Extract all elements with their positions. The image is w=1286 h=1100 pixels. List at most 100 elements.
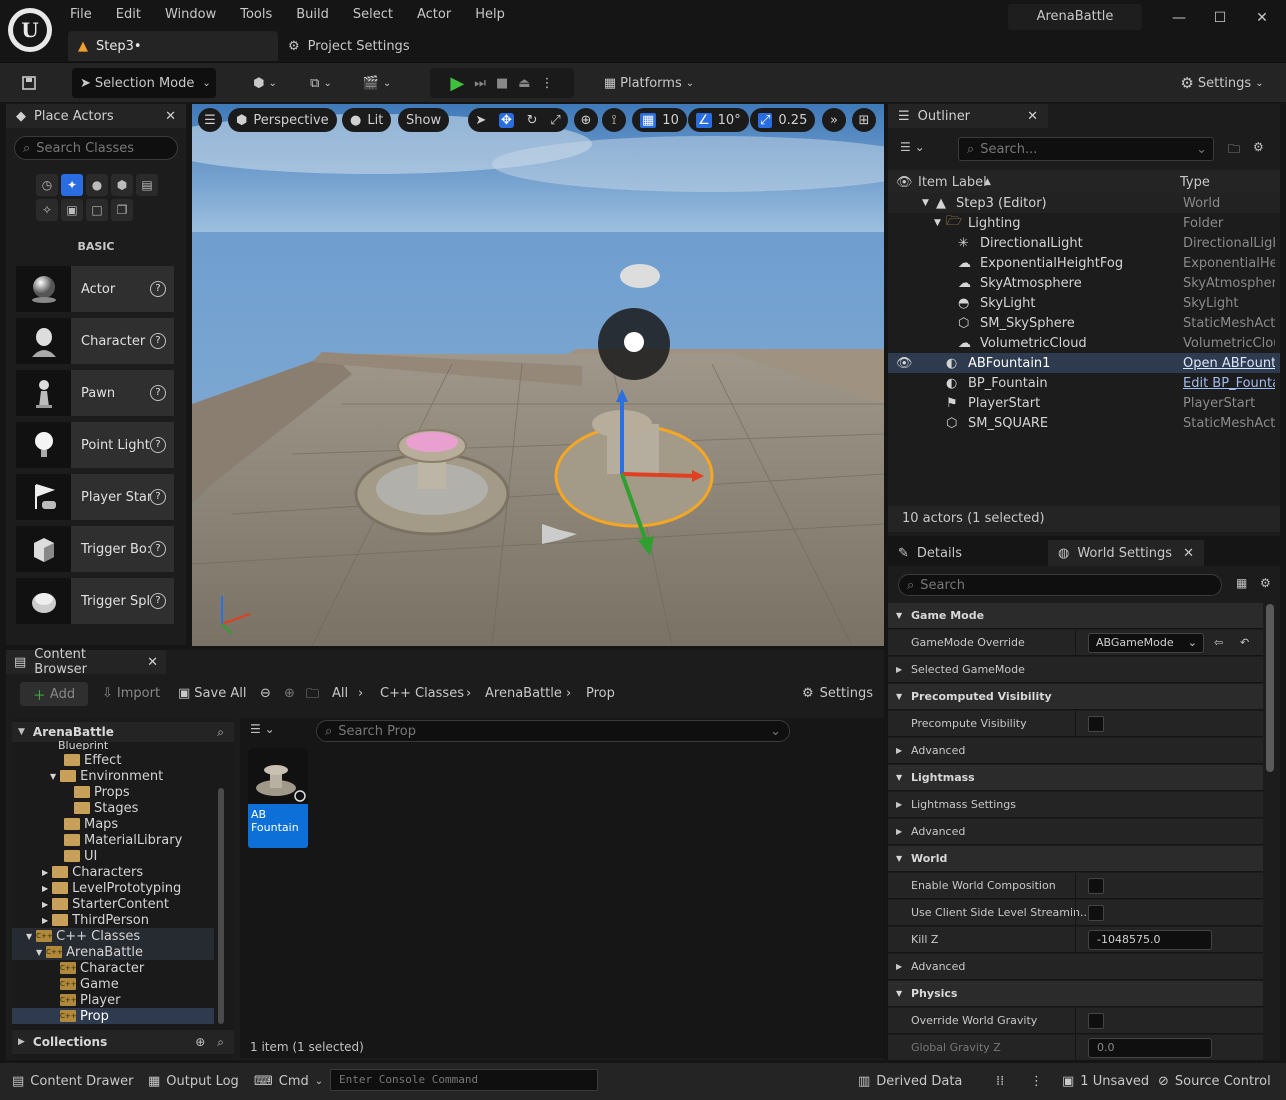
- edit-blueprint-link[interactable]: Edit BP_Fountain: [1183, 376, 1275, 391]
- outliner-row[interactable]: ▼ ▲ Step3 (Editor) World: [888, 193, 1280, 213]
- menu-file[interactable]: File: [58, 6, 104, 24]
- actor-item-actor[interactable]: Actor?: [16, 266, 174, 312]
- play-icon[interactable]: ▶: [450, 73, 464, 94]
- menu-tools[interactable]: Tools: [228, 6, 284, 24]
- outliner-row[interactable]: ☁ ExponentialHeightFog ExponentialHeigh: [888, 253, 1280, 273]
- gear-icon[interactable]: ⚙: [1260, 576, 1271, 590]
- menu-actor[interactable]: Actor: [405, 6, 463, 24]
- close-icon[interactable]: ✕: [147, 655, 158, 670]
- tree-item[interactable]: UI: [64, 848, 97, 864]
- override-gravity-checkbox[interactable]: [1088, 1013, 1104, 1029]
- menu-window[interactable]: Window: [153, 6, 228, 24]
- tree-item[interactable]: C++ Player: [60, 992, 120, 1008]
- breadcrumb-prop[interactable]: Prop: [586, 686, 615, 701]
- actor-item-trigger-box[interactable]: Trigger Bo:?: [16, 526, 174, 572]
- tree-item[interactable]: Maps: [64, 816, 118, 832]
- output-log-button[interactable]: ▦ Output Log: [148, 1069, 239, 1094]
- derived-data-button[interactable]: ▥ Derived Data: [858, 1069, 962, 1094]
- tab-world-settings[interactable]: ◍ World Settings ✕: [1048, 540, 1204, 566]
- place-actors-tab[interactable]: ◆ Place Actors ✕: [6, 104, 186, 128]
- details-scrollbar[interactable]: [1266, 604, 1274, 772]
- selection-mode-dropdown[interactable]: ➤ Selection Mode ⌄: [72, 68, 216, 98]
- menu-build[interactable]: Build: [284, 6, 341, 24]
- tab-project-settings[interactable]: ⚙ Project Settings: [284, 31, 410, 61]
- blueprint-button[interactable]: ⧉ ⌄: [300, 68, 342, 98]
- scale-snap-button[interactable]: ⤢ 0.25: [750, 108, 816, 132]
- tree-scrollbar[interactable]: [218, 788, 224, 1024]
- grid-snap-button[interactable]: ▦ 10: [632, 108, 687, 132]
- move-tool-icon[interactable]: ✥: [498, 112, 514, 128]
- collections-header[interactable]: ▶ Collections ⊕ ⌕: [12, 1030, 234, 1054]
- add-folder-icon[interactable]: 🗀: [1228, 140, 1240, 161]
- select-tool-icon[interactable]: ➤: [475, 113, 486, 128]
- tree-item[interactable]: MaterialLibrary: [64, 832, 182, 848]
- volumes-icon[interactable]: □: [86, 199, 108, 221]
- outliner-row[interactable]: ▼ 🗁 Lighting Folder: [888, 213, 1280, 233]
- console-command-input[interactable]: Enter Console Command: [330, 1069, 598, 1091]
- breadcrumb-arenabattle[interactable]: ArenaBattle: [485, 686, 562, 701]
- menu-help[interactable]: Help: [463, 6, 517, 24]
- help-icon[interactable]: ?: [150, 437, 166, 453]
- shapes-icon[interactable]: ⬢: [111, 174, 133, 196]
- help-icon[interactable]: ?: [150, 281, 166, 297]
- prop-advanced[interactable]: ▶ Advanced: [888, 738, 1263, 764]
- tree-item[interactable]: Stages: [74, 800, 138, 816]
- help-icon[interactable]: ?: [150, 541, 166, 557]
- search-icon[interactable]: ⌕: [217, 1035, 224, 1050]
- help-icon[interactable]: ?: [150, 489, 166, 505]
- more-icon[interactable]: ⋮: [1030, 1069, 1043, 1094]
- lit-button[interactable]: ● Lit: [342, 108, 392, 132]
- actor-item-trigger-sphere[interactable]: Trigger Spl?: [16, 578, 174, 624]
- tree-item[interactable]: Props: [74, 784, 130, 800]
- asset-tile-abfountain[interactable]: AB Fountain: [248, 748, 308, 848]
- platforms-dropdown[interactable]: ▦ Platforms ⌄: [598, 68, 700, 98]
- outliner-row[interactable]: ☁ SkyAtmosphere SkyAtmosphere: [888, 273, 1280, 293]
- tree-item[interactable]: C++ Character: [60, 960, 144, 976]
- save-icon[interactable]: [14, 68, 44, 98]
- eye-icon[interactable]: 👁: [896, 356, 913, 371]
- gamemode-override-combo[interactable]: ABGameMode ⌄: [1088, 633, 1204, 653]
- category-lightmass[interactable]: ▼ Lightmass: [888, 765, 1263, 791]
- tree-item[interactable]: Effect: [64, 752, 121, 768]
- save-all-button[interactable]: ▣ Save All: [178, 686, 246, 701]
- prop-lightmass-settings[interactable]: ▶ Lightmass Settings: [888, 792, 1263, 818]
- prop-selected-gamemode[interactable]: ▶ Selected GameMode: [888, 657, 1263, 683]
- gear-icon[interactable]: ⚙: [1253, 140, 1264, 154]
- network-icon[interactable]: ⁞⁞: [996, 1069, 1004, 1094]
- outliner-row-selected[interactable]: 👁 ◐ ABFountain1 Open ABFountain: [888, 353, 1280, 373]
- table-view-icon[interactable]: ▦: [1236, 576, 1247, 590]
- all-classes-icon[interactable]: ❐: [111, 199, 133, 221]
- asset-search-input[interactable]: ⌕ Search Prop ⌄: [316, 720, 790, 742]
- add-collection-icon[interactable]: ⊕: [195, 1035, 205, 1049]
- close-icon[interactable]: ✕: [1183, 546, 1194, 561]
- filter-icon[interactable]: ☰ ⌄: [900, 140, 925, 154]
- close-window-button[interactable]: ✕: [1247, 6, 1277, 30]
- basic-icon[interactable]: ✦: [61, 174, 83, 196]
- search-classes-input[interactable]: ⌕ Search Classes: [14, 136, 178, 160]
- tree-item[interactable]: C++ Game: [60, 976, 119, 992]
- outliner-row[interactable]: ✳ DirectionalLight DirectionalLight: [888, 233, 1280, 253]
- back-icon[interactable]: ⊖: [260, 686, 271, 701]
- eye-icon[interactable]: 👁: [896, 175, 913, 190]
- outliner-tab[interactable]: ☰ Outliner ✕: [888, 104, 1048, 128]
- scale-tool-icon[interactable]: ⤢: [550, 113, 560, 128]
- outliner-row[interactable]: ⚑ PlayerStart PlayerStart: [888, 393, 1280, 413]
- import-button[interactable]: ⇩ Import: [102, 686, 160, 701]
- outliner-row[interactable]: ◐ BP_Fountain Edit BP_Fountain: [888, 373, 1280, 393]
- tree-item[interactable]: Blueprint: [58, 740, 108, 750]
- precompute-visibility-checkbox[interactable]: [1088, 716, 1104, 732]
- outliner-row[interactable]: ⬡ SM_SQUARE StaticMeshActor: [888, 413, 1280, 433]
- details-search-input[interactable]: ⌕ Search: [898, 574, 1222, 596]
- col-type[interactable]: Type: [1180, 175, 1210, 190]
- stop-icon[interactable]: ■: [496, 76, 508, 91]
- eject-icon[interactable]: ⏏: [518, 76, 530, 91]
- col-item-label[interactable]: Item Label: [918, 175, 987, 190]
- tree-item[interactable]: ▶ Characters: [42, 864, 143, 880]
- show-button[interactable]: Show: [398, 108, 450, 132]
- rotate-tool-icon[interactable]: ↻: [527, 113, 538, 128]
- outliner-row[interactable]: ☁ VolumetricCloud VolumetricCloud: [888, 333, 1280, 353]
- kill-z-input[interactable]: -1048575.0: [1088, 930, 1212, 950]
- more-icon[interactable]: ⋮: [541, 76, 554, 91]
- global-gravity-input[interactable]: 0.0: [1088, 1038, 1212, 1058]
- actor-item-point-light[interactable]: Point Light?: [16, 422, 174, 468]
